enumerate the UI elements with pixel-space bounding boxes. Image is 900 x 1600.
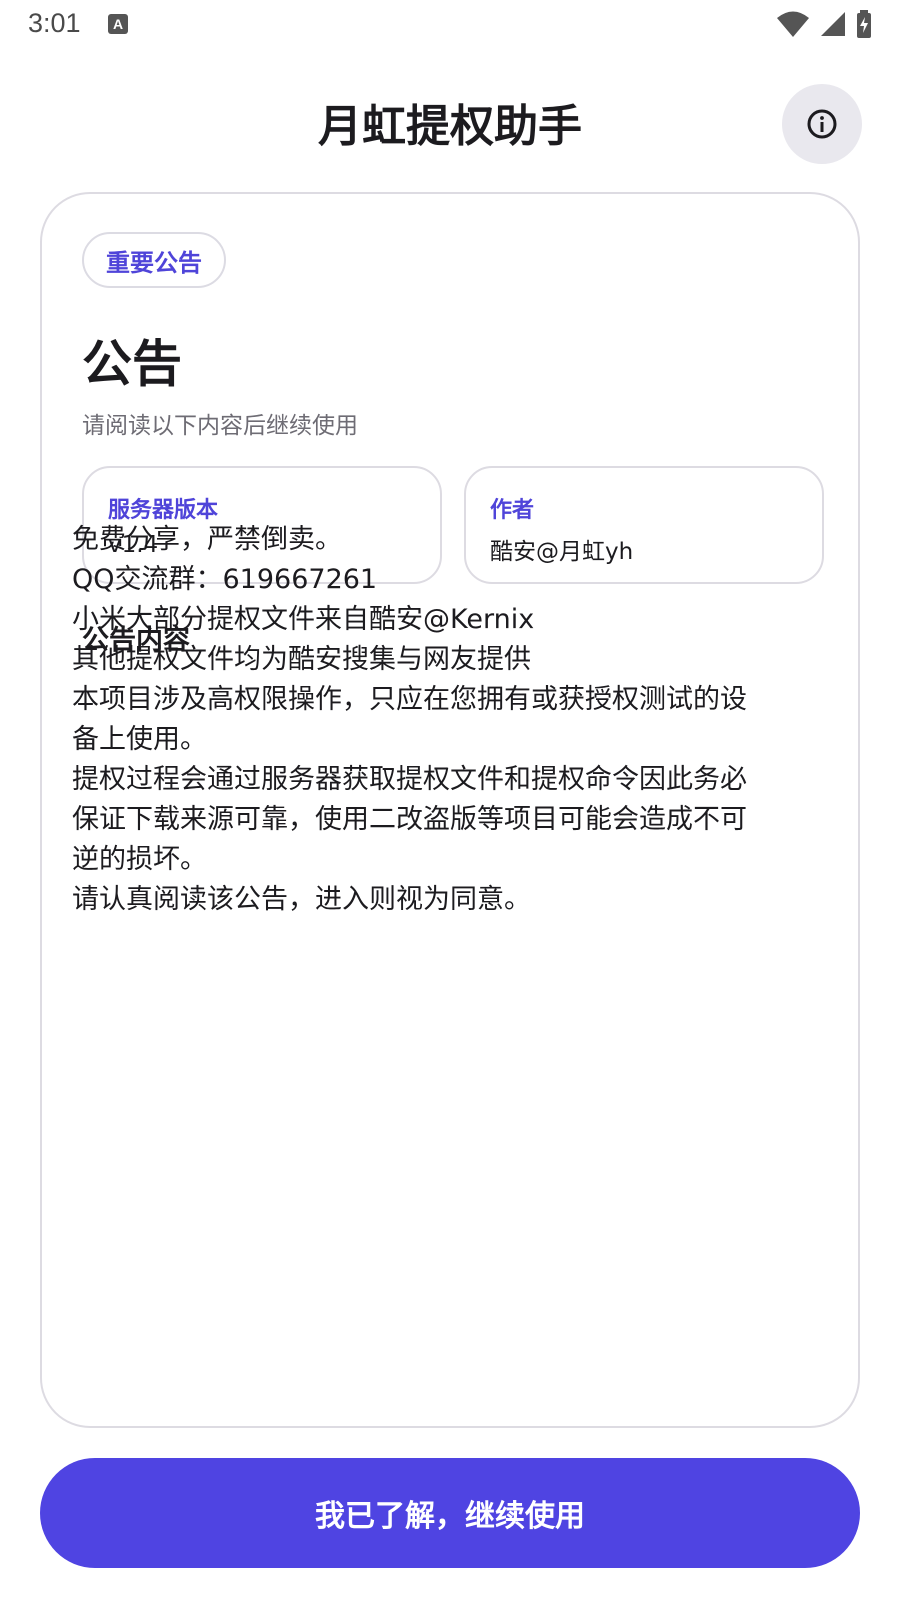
battery-icon bbox=[857, 10, 871, 38]
info-icon bbox=[807, 109, 837, 139]
continue-button[interactable]: 我已了解，继续使用 bbox=[40, 1458, 860, 1568]
status-time: 3:01 bbox=[28, 8, 81, 38]
important-notice-badge: 重要公告 bbox=[82, 232, 226, 288]
status-icons bbox=[776, 10, 872, 38]
app-title: 月虹提权助手 bbox=[318, 101, 582, 152]
status-bar: 3:01 A bbox=[0, 0, 900, 50]
card-subtitle: 请阅读以下内容后继续使用 bbox=[82, 413, 358, 439]
accessibility-a-icon: A bbox=[108, 14, 128, 34]
info-button[interactable] bbox=[782, 84, 862, 164]
wifi-icon bbox=[777, 11, 809, 37]
signal-icon bbox=[821, 12, 845, 36]
announcement-content: 免费分享，严禁倒卖。 QQ交流群：619667261 小米大部分提权文件来自酷安… bbox=[72, 524, 747, 915]
card-title: 公告 bbox=[82, 335, 182, 393]
